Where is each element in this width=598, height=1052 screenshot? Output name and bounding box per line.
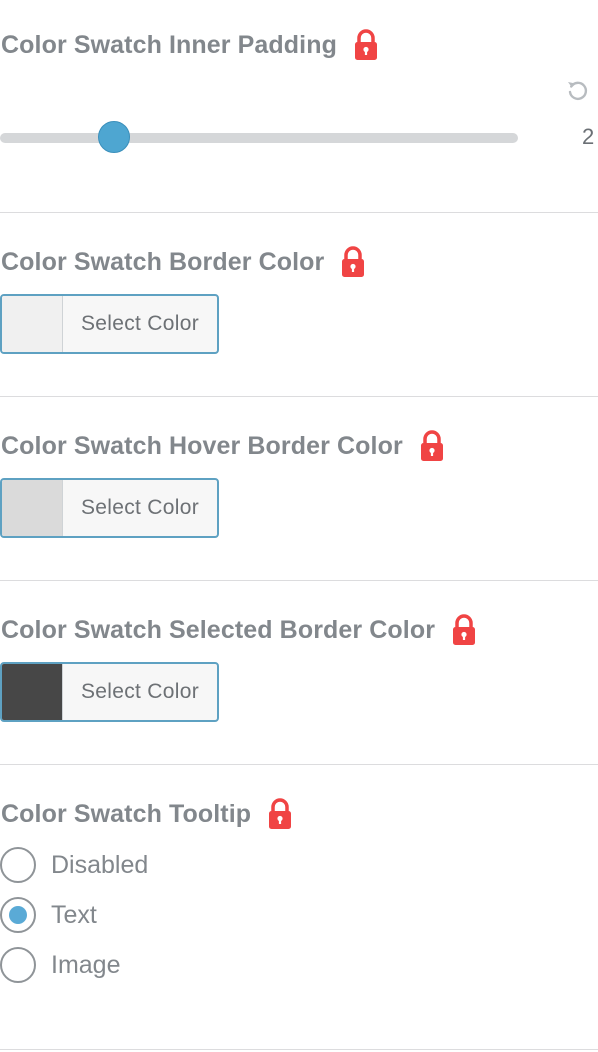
- hover-border-color-heading: Color Swatch Hover Border Color: [1, 428, 445, 464]
- select-color-label[interactable]: Select Color: [63, 480, 217, 536]
- tooltip-option-text[interactable]: Text: [0, 897, 97, 933]
- padding-slider-thumb[interactable]: [97, 121, 130, 153]
- border-color-swatch[interactable]: [2, 296, 63, 352]
- tooltip-label: Color Swatch Tooltip: [1, 799, 252, 828]
- radio-button[interactable]: [0, 947, 36, 983]
- lock-icon[interactable]: [267, 798, 293, 830]
- border-color-label: Color Swatch Border Color: [1, 247, 325, 276]
- padding-slider-track[interactable]: [0, 133, 518, 143]
- hover-border-color-label: Color Swatch Hover Border Color: [1, 431, 403, 460]
- selected-border-color-heading: Color Swatch Selected Border Color: [1, 612, 477, 648]
- padding-value: 2: [582, 124, 595, 149]
- radio-label[interactable]: Image: [51, 951, 120, 980]
- inner-padding-label: Color Swatch Inner Padding: [1, 30, 337, 59]
- lock-icon[interactable]: [353, 29, 379, 61]
- tooltip-option-image[interactable]: Image: [0, 947, 120, 983]
- select-color-label[interactable]: Select Color: [63, 664, 217, 720]
- radio-label[interactable]: Text: [51, 901, 97, 930]
- hover-border-color-swatch[interactable]: [2, 480, 63, 536]
- divider: [0, 580, 598, 581]
- hover-border-color-button[interactable]: Select Color: [0, 478, 219, 538]
- divider: [0, 764, 598, 765]
- selected-border-color-label: Color Swatch Selected Border Color: [1, 615, 436, 644]
- divider: [0, 396, 598, 397]
- lock-icon[interactable]: [451, 614, 477, 646]
- radio-label[interactable]: Disabled: [51, 851, 148, 880]
- selected-border-color-swatch[interactable]: [2, 664, 63, 720]
- select-color-label[interactable]: Select Color: [63, 296, 217, 352]
- divider: [0, 1049, 598, 1050]
- tooltip-option-disabled[interactable]: Disabled: [0, 847, 148, 883]
- border-color-button[interactable]: Select Color: [0, 294, 219, 354]
- radio-button[interactable]: [0, 847, 36, 883]
- reset-icon[interactable]: [565, 78, 589, 102]
- tooltip-heading: Color Swatch Tooltip: [1, 796, 293, 832]
- inner-padding-heading: Color Swatch Inner Padding: [1, 27, 379, 63]
- lock-icon[interactable]: [419, 430, 445, 462]
- radio-button[interactable]: [0, 897, 36, 933]
- lock-icon[interactable]: [340, 246, 366, 278]
- border-color-heading: Color Swatch Border Color: [1, 244, 366, 280]
- divider: [0, 212, 598, 213]
- selected-border-color-button[interactable]: Select Color: [0, 662, 219, 722]
